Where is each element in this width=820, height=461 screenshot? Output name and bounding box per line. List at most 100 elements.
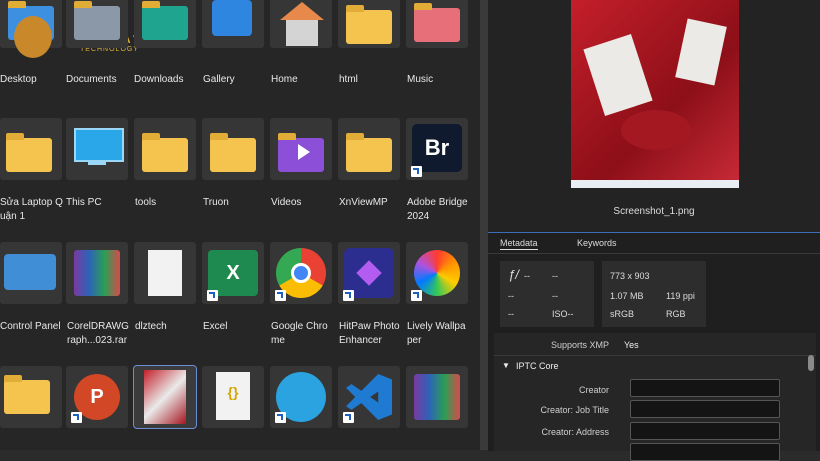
tile-videos[interactable]	[270, 118, 332, 180]
file-browser: FIX NGAY TECHNOLOGY Desktop Documents Do…	[0, 0, 480, 450]
preview-filename: Screenshot_1.png	[613, 206, 695, 217]
file-icon	[148, 250, 182, 296]
metadata-tabs: Metadata Keywords	[488, 233, 820, 254]
tile-coreldraw-rar[interactable]	[66, 242, 128, 304]
downloads-folder-icon	[142, 1, 188, 40]
shortcut-arrow-icon	[343, 290, 354, 301]
tile-tools[interactable]	[134, 118, 196, 180]
scrollbar-thumb[interactable]	[808, 355, 814, 371]
folder-icon	[6, 133, 52, 172]
adobe-bridge-icon: Br	[412, 124, 462, 172]
iptc-core-header[interactable]: IPTC Core	[516, 361, 559, 371]
tab-keywords[interactable]: Keywords	[577, 238, 617, 248]
tile-truon[interactable]	[202, 118, 264, 180]
label-xnviewmp: XnViewMP	[339, 197, 388, 208]
file-size: 1.07 MB	[610, 291, 644, 301]
tile-screenshot-selected[interactable]	[133, 365, 197, 429]
resolution: 119 ppi	[666, 291, 695, 301]
supports-xmp-label: Supports XMP	[550, 340, 609, 350]
label-coreldraw-rar: CorelDRAWG raph...023.rar	[67, 321, 129, 346]
file-summary: 773 x 903 1.07 MB 119 ppi sRGB RGB	[602, 261, 706, 327]
supports-xmp-value: Yes	[624, 340, 639, 350]
creator-address-input[interactable]	[630, 422, 780, 440]
aperture-label: ƒ/	[508, 267, 519, 282]
tile-gallery[interactable]	[202, 0, 264, 48]
label-sua-laptop: Sửa Laptop Q uận 1	[0, 197, 63, 222]
creator-job-title-input[interactable]	[630, 400, 780, 418]
creator-city-input[interactable]	[630, 443, 780, 461]
label-html: html	[339, 74, 358, 85]
color-mode: RGB	[666, 309, 686, 319]
properties-list: Supports XMP Yes ▼ IPTC Core Creator Cre…	[494, 333, 816, 461]
tile-dlztech[interactable]	[134, 242, 196, 304]
preview-taskbar	[571, 180, 739, 188]
image-thumbnail	[144, 370, 186, 424]
label-excel: Excel	[203, 321, 228, 332]
tile-html[interactable]	[338, 0, 400, 48]
shortcut-arrow-icon	[71, 412, 82, 423]
tile-downloads[interactable]	[134, 0, 196, 48]
tile-sua-laptop[interactable]	[0, 118, 62, 180]
creator-input[interactable]	[630, 379, 780, 397]
label-gallery: Gallery	[203, 74, 235, 85]
label-videos: Videos	[271, 197, 302, 208]
label-downloads: Downloads	[134, 74, 184, 85]
shortcut-arrow-icon	[275, 290, 286, 301]
tab-metadata[interactable]: Metadata	[500, 238, 538, 250]
documents-folder-icon	[74, 1, 120, 40]
mascot-logo-icon	[14, 16, 52, 58]
shortcut-arrow-icon	[411, 290, 422, 301]
preview-photo	[571, 0, 739, 180]
winrar-icon	[74, 250, 120, 296]
label-documents: Documents	[66, 74, 117, 85]
iso-label: ISO--	[552, 309, 574, 319]
label-home: Home	[271, 74, 298, 85]
label-this-pc: This PC	[66, 197, 102, 208]
metadata-panel: Metadata Keywords ƒ/ -- -- -- -- -- ISO-…	[488, 232, 820, 461]
folder-icon	[210, 133, 256, 172]
tile-home[interactable]	[270, 0, 332, 48]
label-adobe-bridge: Adobe Bridge 2024	[407, 197, 468, 222]
home-icon	[280, 2, 324, 20]
folder-icon	[142, 133, 188, 172]
zip-folder-icon	[4, 375, 50, 414]
label-tools: tools	[135, 197, 157, 208]
control-panel-icon	[4, 254, 56, 290]
label-lively-wallpaper: Lively Wallpa per	[407, 321, 466, 346]
label-hitpaw: HitPaw Photo Enhancer	[339, 321, 400, 346]
play-icon	[298, 144, 310, 160]
shortcut-arrow-icon	[343, 412, 354, 423]
chevron-down-icon[interactable]: ▼	[502, 361, 510, 370]
creator-label: Creator	[578, 385, 609, 395]
tile-documents[interactable]	[66, 0, 128, 48]
tile-json-file[interactable]: {}	[202, 366, 264, 428]
tile-xnviewmp[interactable]	[338, 118, 400, 180]
image-preview[interactable]	[571, 0, 739, 188]
tile-winrar-archive[interactable]	[406, 366, 468, 428]
tile-zip-folder[interactable]	[0, 366, 62, 428]
label-control-panel: Control Panel	[0, 321, 61, 332]
creator-address-label: Creator: Address	[541, 427, 609, 437]
shortcut-arrow-icon	[207, 290, 218, 301]
label-desktop: Desktop	[0, 74, 37, 85]
winrar-icon	[414, 374, 460, 420]
label-music: Music	[407, 74, 434, 85]
music-folder-icon	[414, 3, 460, 42]
shortcut-arrow-icon	[411, 166, 422, 177]
label-google-chrome: Google Chro me	[271, 321, 328, 346]
tile-control-panel[interactable]	[0, 242, 62, 304]
folder-icon	[346, 5, 392, 44]
tile-music[interactable]	[406, 0, 468, 48]
panel-divider[interactable]	[480, 0, 488, 450]
folder-icon	[346, 133, 392, 172]
gallery-icon	[212, 0, 252, 36]
shortcut-arrow-icon	[275, 412, 286, 423]
color-profile: sRGB	[610, 309, 635, 319]
dimensions: 773 x 903	[610, 271, 650, 281]
camera-summary: ƒ/ -- -- -- -- -- ISO--	[500, 261, 594, 327]
label-dlztech: dlztech	[135, 321, 167, 332]
label-truon: Truon	[203, 197, 229, 208]
tile-this-pc[interactable]	[66, 118, 128, 180]
creator-job-title-label: Creator: Job Title	[540, 405, 609, 415]
bridge-panel: Screenshot_1.png Metadata Keywords ƒ/ --…	[488, 0, 820, 461]
